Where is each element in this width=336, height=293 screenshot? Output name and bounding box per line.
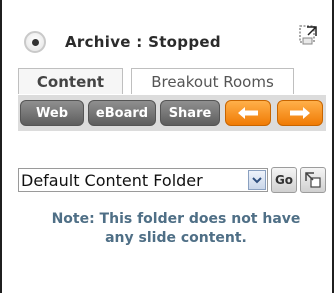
status-radio-icon[interactable] — [24, 31, 46, 53]
go-button[interactable]: Go — [271, 167, 297, 193]
arrow-left-icon — [238, 107, 258, 119]
eboard-button[interactable]: eBoard — [88, 100, 156, 126]
empty-folder-note: Note: This folder does not have any slid… — [18, 210, 334, 248]
popout-window-icon[interactable] — [297, 24, 319, 46]
note-line-1: Note: This folder does not have — [51, 211, 301, 227]
web-button[interactable]: Web — [20, 100, 84, 126]
upload-icon — [305, 172, 321, 188]
previous-button[interactable] — [225, 100, 271, 126]
content-panel: Archive : Stopped Content Breakout Rooms… — [0, 0, 334, 293]
tab-breakout-rooms-label: Breakout Rooms — [151, 72, 274, 91]
share-button-label: Share — [168, 105, 212, 121]
web-button-label: Web — [36, 105, 68, 121]
note-line-2: any slide content. — [105, 230, 247, 246]
selected-folder-label: Default Content Folder — [21, 170, 203, 190]
tab-breakout-rooms[interactable]: Breakout Rooms — [131, 68, 294, 94]
chevron-down-icon[interactable] — [248, 170, 266, 190]
eboard-button-label: eBoard — [95, 105, 149, 121]
next-button[interactable] — [277, 100, 323, 126]
content-toolbar: Web eBoard Share — [18, 95, 326, 131]
archive-status: Archive : Stopped — [24, 26, 221, 58]
share-button[interactable]: Share — [160, 100, 220, 126]
upload-button[interactable] — [300, 167, 326, 193]
content-folder-select[interactable]: Default Content Folder — [18, 168, 268, 192]
arrow-right-icon — [290, 107, 310, 119]
radio-dot — [31, 38, 39, 46]
archive-status-text: Archive : Stopped — [65, 33, 221, 51]
tab-content[interactable]: Content — [18, 68, 123, 94]
tab-content-label: Content — [36, 72, 105, 91]
go-button-label: Go — [274, 173, 294, 187]
